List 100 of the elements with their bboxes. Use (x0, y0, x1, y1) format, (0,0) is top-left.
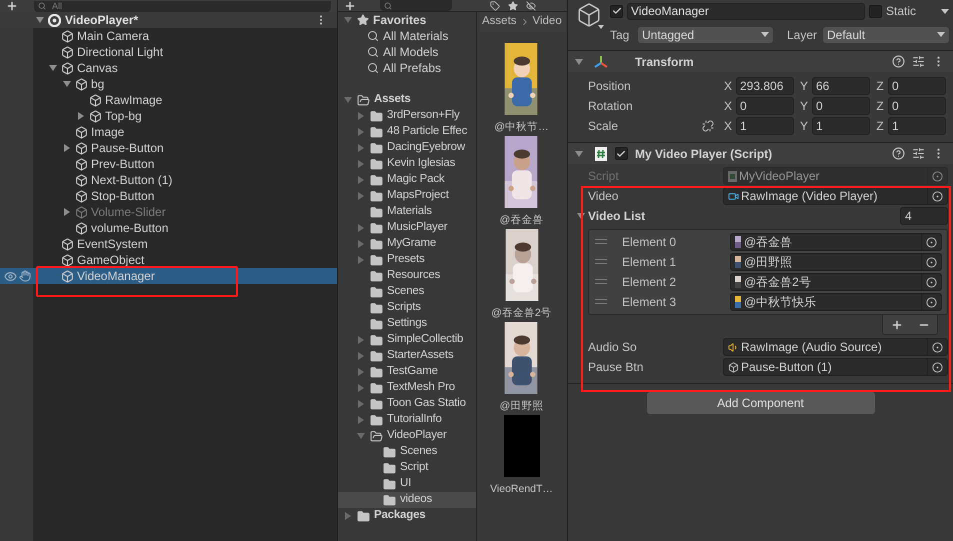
caret-right-icon[interactable] (63, 144, 71, 152)
drag-handle-icon[interactable] (595, 239, 607, 245)
drag-handle-icon[interactable] (595, 299, 607, 305)
add-element-icon[interactable] (890, 318, 902, 330)
object-picker-icon[interactable] (926, 256, 937, 268)
object-name-field[interactable]: VideoManager (627, 2, 865, 20)
folder-row[interactable]: TutorialInfo (338, 412, 476, 428)
folder-row[interactable]: MusicPlayer (338, 220, 476, 236)
hierarchy-row[interactable]: Image (0, 124, 337, 140)
axis-label[interactable]: X (720, 77, 736, 95)
number-field[interactable]: 0 (888, 97, 946, 115)
hierarchy-row[interactable]: Pause-Button (0, 140, 337, 156)
hierarchy-row[interactable]: bg (0, 76, 337, 92)
folder-row[interactable]: Resources (338, 268, 476, 284)
asset-label[interactable]: @吞金兽2号 (491, 306, 552, 322)
folder-row[interactable]: DacingEyebrow (338, 140, 476, 156)
folder-row[interactable]: SimpleCollectib (338, 332, 476, 348)
favorites-row[interactable]: Favorites (338, 12, 476, 28)
asset-label[interactable]: @中秋节… (494, 120, 549, 136)
hierarchy-row[interactable]: GameObject (0, 252, 337, 268)
number-field[interactable]: 293.806 (736, 77, 794, 95)
layer-dropdown[interactable]: Default (823, 26, 949, 42)
search-field[interactable] (380, 0, 452, 11)
hierarchy-row[interactable]: Top-bg (0, 108, 337, 124)
folder-row[interactable]: Scripts (338, 300, 476, 316)
folder-row[interactable]: TextMesh Pro (338, 380, 476, 396)
axis-label[interactable]: Y (796, 77, 812, 95)
folder-row[interactable]: Toon Gas Statio (338, 396, 476, 412)
folder-row[interactable]: Kevin Iglesias (338, 156, 476, 172)
render-texture-thumbnail[interactable] (504, 415, 540, 477)
axis-label[interactable]: Z (872, 77, 888, 95)
number-field[interactable]: 1 (736, 117, 794, 135)
saved-search-row[interactable]: All Prefabs (338, 60, 476, 76)
hierarchy-row[interactable]: Next-Button (1) (0, 172, 337, 188)
object-picker-icon[interactable] (932, 170, 943, 182)
caret-down-icon[interactable] (575, 58, 583, 66)
component-header[interactable]: My Video Player (Script) (568, 142, 953, 164)
hierarchy-row[interactable]: volume-Button (0, 220, 337, 236)
asset-label[interactable]: VieoRendT… (490, 482, 553, 498)
axis-label[interactable]: Y (796, 97, 812, 115)
object-picker-icon[interactable] (932, 362, 943, 372)
asset-label[interactable]: @吞金兽 (500, 213, 544, 229)
folder-row[interactable]: 48 Particle Effec (338, 124, 476, 140)
number-field[interactable]: 0 (736, 97, 794, 115)
folder-row[interactable]: Scenes (338, 284, 476, 300)
folder-row[interactable]: TestGame (338, 364, 476, 380)
hierarchy-row[interactable]: EventSystem (0, 236, 337, 252)
number-field[interactable]: 0 (812, 97, 870, 115)
object-picker-icon[interactable] (926, 276, 937, 288)
add-component-button[interactable]: Add Component (646, 392, 874, 414)
object-picker-icon[interactable] (926, 236, 937, 248)
object-field[interactable]: Pause-Button (1) (723, 358, 948, 376)
hidden-eye-icon[interactable] (526, 0, 536, 10)
object-field[interactable]: RawImage (Video Player) (723, 187, 948, 205)
folder-row[interactable]: Settings (338, 316, 476, 332)
saved-search-row[interactable]: All Models (338, 44, 476, 60)
folder-row[interactable]: MapsProject (338, 188, 476, 204)
unlinked-chain-icon[interactable] (702, 120, 714, 132)
add-icon[interactable] (344, 0, 356, 11)
number-field[interactable]: 0 (888, 77, 946, 95)
folder-row[interactable]: Assets (338, 92, 476, 108)
presets-icon[interactable] (912, 55, 925, 68)
hierarchy-row[interactable]: VideoManager (0, 268, 337, 284)
object-picker-icon[interactable] (932, 190, 943, 202)
dropdown-caret-icon[interactable] (598, 25, 604, 29)
component-header[interactable]: Transform (568, 50, 953, 72)
hierarchy-row[interactable]: Main Camera (0, 28, 337, 44)
folder-row[interactable]: 3rdPerson+Fly (338, 108, 476, 124)
hierarchy-row[interactable]: Canvas (0, 60, 337, 76)
caret-down-icon[interactable] (577, 212, 585, 220)
label-tag-icon[interactable] (490, 0, 500, 10)
folder-row[interactable]: MyGrame (338, 236, 476, 252)
folder-row[interactable]: VideoPlayer (338, 428, 476, 444)
caret-down-icon[interactable] (63, 80, 71, 88)
checkbox[interactable] (614, 147, 628, 160)
folder-row[interactable]: Materials (338, 204, 476, 220)
hierarchy-row[interactable]: RawImage (0, 92, 337, 108)
object-field[interactable]: RawImage (Audio Source) (723, 338, 948, 356)
hierarchy-row[interactable]: Prev-Button (0, 156, 337, 172)
axis-label[interactable]: Z (872, 117, 888, 135)
object-field[interactable]: @吞金兽 (730, 233, 942, 251)
object-picker-icon[interactable] (926, 296, 937, 308)
folder-row[interactable]: Presets (338, 252, 476, 268)
number-field[interactable]: 1 (812, 117, 870, 135)
caret-down-icon[interactable] (575, 150, 583, 158)
asset-label[interactable]: @田野照 (500, 399, 544, 415)
scene-header[interactable]: VideoPlayer* (0, 12, 337, 28)
help-icon[interactable] (892, 147, 905, 160)
caret-right-icon[interactable] (77, 112, 85, 120)
visibility-eye-icon[interactable] (4, 270, 17, 282)
caret-down-icon[interactable] (36, 16, 44, 24)
folder-row[interactable]: Script (338, 460, 476, 476)
hierarchy-row[interactable]: Directional Light (0, 44, 337, 60)
presets-icon[interactable] (912, 147, 925, 160)
list-size-field[interactable]: 4 (900, 207, 948, 225)
tag-dropdown[interactable]: Untagged (638, 26, 773, 42)
folder-row[interactable]: Magic Pack (338, 172, 476, 188)
drag-handle-icon[interactable] (595, 259, 607, 265)
help-icon[interactable] (892, 55, 905, 68)
folder-row[interactable]: Packages (338, 508, 476, 524)
